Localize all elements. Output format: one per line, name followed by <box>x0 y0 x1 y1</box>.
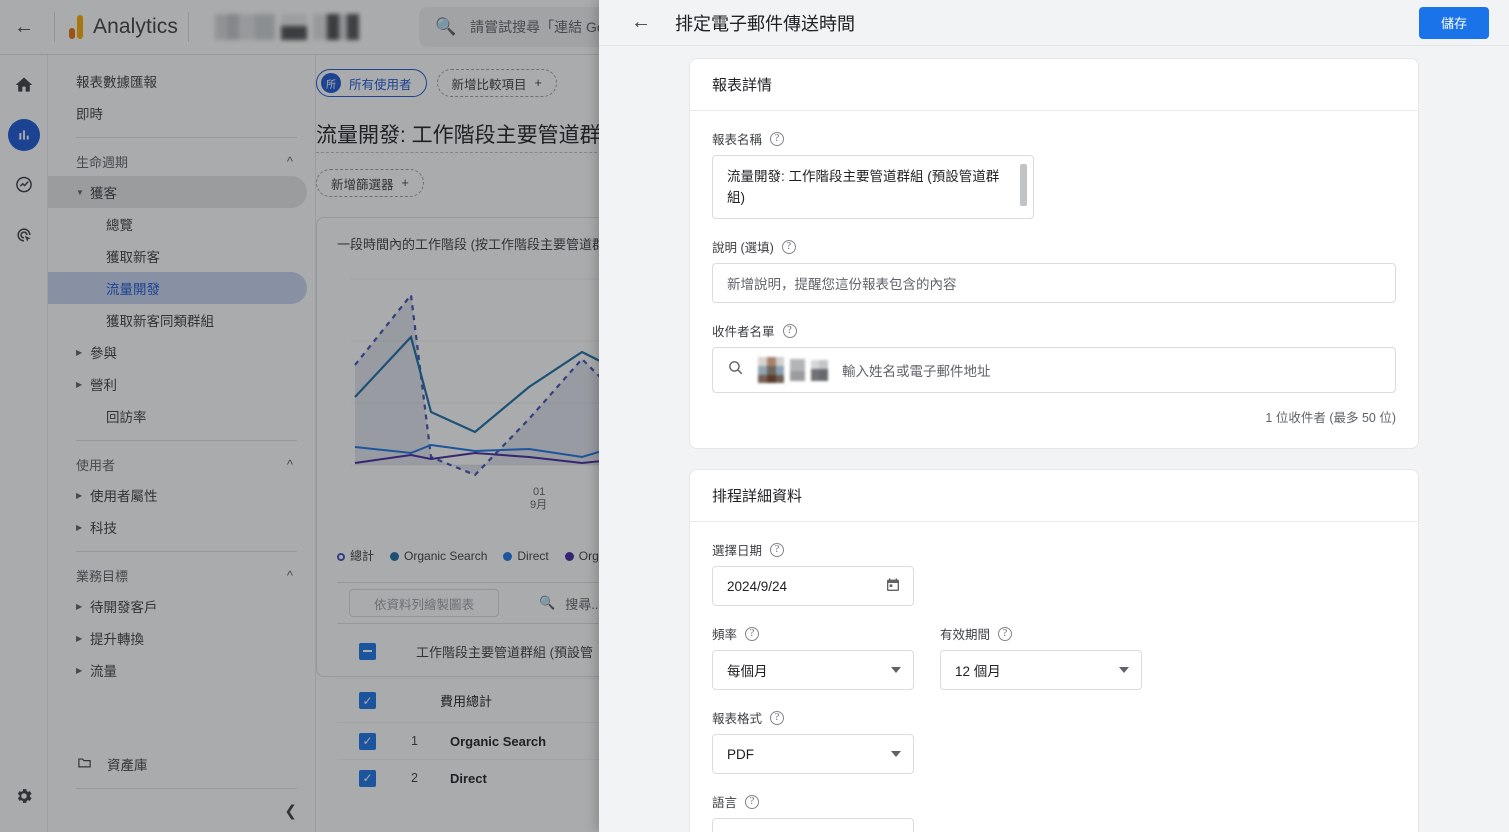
recipients-count-note: 1 位收件者 (最多 50 位) <box>1265 411 1396 425</box>
report-name-value: 流量開發: 工作階段主要管道群組 (預設管道群組) <box>727 169 1000 205</box>
save-button[interactable]: 儲存 <box>1418 6 1489 39</box>
help-circle-icon[interactable]: ? <box>745 626 760 641</box>
recipients-field: 收件者名單 ? 輸入姓名或電子郵件地址 1 位收件者 (最多 50 位) <box>712 321 1396 426</box>
duration-label: 有效期間 <box>940 628 991 642</box>
report-name-label-row: 報表名稱 ? <box>712 129 1396 148</box>
frequency-value: 每個月 <box>727 664 768 679</box>
blur-block <box>758 357 784 383</box>
language-field: 語言 ? 中文 (台灣) <box>712 792 1396 832</box>
schedule-details-title: 排程詳細資料 <box>690 470 1418 522</box>
report-details-body: 報表名稱 ? 流量開發: 工作階段主要管道群組 (預設管道群組) 說明 (選填)… <box>690 111 1418 448</box>
help-circle-icon[interactable]: ? <box>770 542 785 557</box>
panel-header: ← 排定電子郵件傳送時間 儲存 <box>599 0 1509 46</box>
format-value: PDF <box>727 746 754 762</box>
date-field: 選擇日期 ? 2024/9/24 <box>712 540 1396 606</box>
language-select[interactable]: 中文 (台灣) <box>712 818 914 832</box>
report-details-title: 報表詳情 <box>690 59 1418 111</box>
textarea-scrollbar[interactable] <box>1020 164 1027 206</box>
help-circle-icon[interactable]: ? <box>770 710 785 725</box>
description-field: 說明 (選填) ? 新增說明，提醒您這份報表包含的內容 <box>712 237 1396 303</box>
duration-field: 有效期間 ? 12 個月 <box>940 624 1142 690</box>
schedule-email-panel: ← 排定電子郵件傳送時間 儲存 報表詳情 報表名稱 ? 流量開發: 工作階段主要… <box>599 0 1509 832</box>
recipient-chip-blurred[interactable] <box>758 357 828 383</box>
report-name-input[interactable]: 流量開發: 工作階段主要管道群組 (預設管道群組) <box>712 155 1034 219</box>
language-label: 語言 <box>712 796 738 810</box>
chevron-down-icon <box>1119 667 1129 673</box>
description-label-row: 說明 (選填) ? <box>712 237 1396 256</box>
format-select[interactable]: PDF <box>712 734 914 774</box>
frequency-select[interactable]: 每個月 <box>712 650 914 690</box>
duration-value: 12 個月 <box>955 664 1001 679</box>
schedule-details-body: 選擇日期 ? 2024/9/24 頻率 ? 每個月 有效期間 ? 12 個月 報… <box>690 522 1418 832</box>
frequency-label-row: 頻率 ? <box>712 624 914 643</box>
language-label-row: 語言 ? <box>712 792 1396 811</box>
date-label-row: 選擇日期 ? <box>712 540 1396 559</box>
panel-back-icon[interactable]: ← <box>631 11 657 34</box>
frequency-field: 頻率 ? 每個月 <box>712 624 914 690</box>
language-value: 中文 (台灣) <box>727 828 794 832</box>
panel-title: 排定電子郵件傳送時間 <box>675 13 855 34</box>
blur-block <box>790 359 805 381</box>
report-name-field: 報表名稱 ? 流量開發: 工作階段主要管道群組 (預設管道群組) <box>712 129 1396 219</box>
search-icon <box>727 359 744 381</box>
report-name-label: 報表名稱 <box>712 133 763 147</box>
help-circle-icon[interactable]: ? <box>782 323 797 338</box>
schedule-details-section: 排程詳細資料 選擇日期 ? 2024/9/24 頻率 ? 每個月 有效期間 ? … <box>689 469 1419 832</box>
frequency-duration-row: 頻率 ? 每個月 有效期間 ? 12 個月 <box>712 624 1396 708</box>
calendar-icon[interactable] <box>885 577 901 596</box>
panel-body: 報表詳情 報表名稱 ? 流量開發: 工作階段主要管道群組 (預設管道群組) 說明… <box>599 46 1509 832</box>
description-label: 說明 (選填) <box>712 241 774 255</box>
chevron-down-icon <box>891 667 901 673</box>
blur-block <box>811 359 828 381</box>
description-placeholder: 新增說明，提醒您這份報表包含的內容 <box>727 277 957 292</box>
date-label: 選擇日期 <box>712 544 763 558</box>
format-field: 報表格式 ? PDF <box>712 708 1396 774</box>
duration-select[interactable]: 12 個月 <box>940 650 1142 690</box>
recipients-placeholder: 輸入姓名或電子郵件地址 <box>842 364 991 379</box>
help-circle-icon[interactable]: ? <box>998 626 1013 641</box>
chevron-down-icon <box>891 751 901 757</box>
format-label: 報表格式 <box>712 712 763 726</box>
description-input[interactable]: 新增說明，提醒您這份報表包含的內容 <box>712 263 1396 303</box>
report-details-section: 報表詳情 報表名稱 ? 流量開發: 工作階段主要管道群組 (預設管道群組) 說明… <box>689 58 1419 449</box>
help-circle-icon[interactable]: ? <box>770 131 785 146</box>
duration-label-row: 有效期間 ? <box>940 624 1142 643</box>
frequency-label: 頻率 <box>712 628 738 642</box>
date-input[interactable]: 2024/9/24 <box>712 566 914 606</box>
recipients-label: 收件者名單 <box>712 325 775 339</box>
screen: ← Analytics 🔍 請嘗試搜尋「連結 Google Ads 報表數據匯報… <box>0 0 1509 832</box>
recipients-input[interactable]: 輸入姓名或電子郵件地址 <box>712 347 1396 393</box>
help-circle-icon[interactable]: ? <box>745 794 760 809</box>
date-value: 2024/9/24 <box>727 578 788 594</box>
format-label-row: 報表格式 ? <box>712 708 1396 727</box>
recipients-label-row: 收件者名單 ? <box>712 321 1396 340</box>
help-circle-icon[interactable]: ? <box>781 239 796 254</box>
